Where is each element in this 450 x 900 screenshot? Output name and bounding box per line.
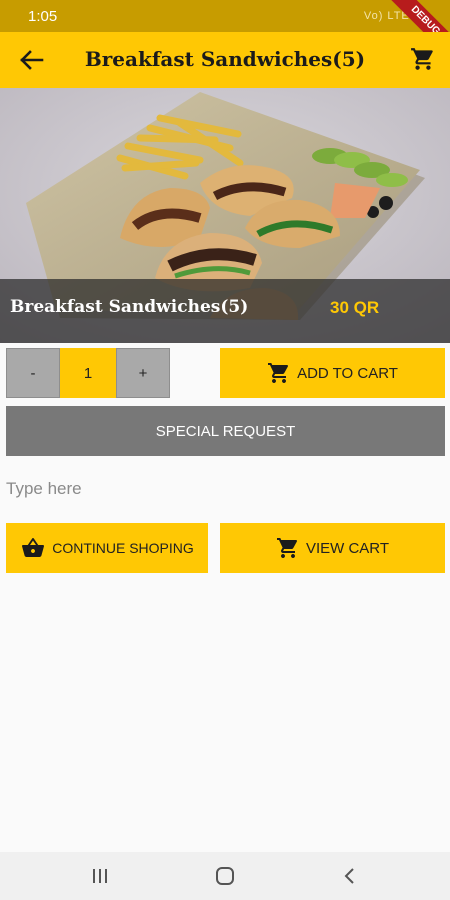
product-price: 30 QR <box>330 298 380 317</box>
app-bar: Breakfast Sandwiches(5) <box>0 32 450 88</box>
shopping-basket-icon <box>22 537 45 557</box>
product-caption: Breakfast Sandwiches(5) 30 QR <box>0 279 450 343</box>
special-request-input[interactable] <box>6 470 445 508</box>
status-bar: 1:05 Vo) LTE1 ▮ DEBUG <box>0 0 450 67</box>
system-nav-bar <box>0 852 450 900</box>
view-cart-button[interactable]: VIEW CART <box>220 523 445 573</box>
special-request-button[interactable]: SPECIAL REQUEST <box>6 406 445 456</box>
add-to-cart-button[interactable]: ADD TO CART <box>220 348 445 398</box>
cart-button[interactable] <box>410 46 436 72</box>
product-name: Breakfast Sandwiches(5) <box>10 297 249 317</box>
page-title: Breakfast Sandwiches(5) <box>84 47 366 71</box>
shopping-cart-icon <box>268 363 289 383</box>
back-button[interactable] <box>14 46 48 74</box>
nav-back-button[interactable] <box>330 862 370 890</box>
status-time: 1:05 <box>28 8 58 25</box>
recents-button[interactable] <box>80 862 120 890</box>
shopping-cart-icon <box>411 48 433 70</box>
home-icon <box>216 867 234 885</box>
shopping-cart-icon <box>276 538 297 558</box>
home-button[interactable] <box>205 862 245 890</box>
continue-shopping-button[interactable]: CONTINUE SHOPING <box>6 523 208 573</box>
quantity-value: 1 <box>60 348 116 398</box>
continue-shopping-label: CONTINUE SHOPING <box>52 540 194 556</box>
decrease-quantity-button[interactable]: - <box>6 348 60 398</box>
recents-icon <box>93 869 107 883</box>
increase-quantity-button[interactable]: + <box>116 348 170 398</box>
arrow-back-icon <box>20 50 44 70</box>
view-cart-label: VIEW CART <box>305 539 390 557</box>
add-to-cart-label: ADD TO CART <box>297 364 398 382</box>
quantity-stepper: - 1 + <box>6 348 170 398</box>
nav-back-icon <box>344 868 354 884</box>
product-image: Breakfast Sandwiches(5) 30 QR <box>0 88 450 343</box>
